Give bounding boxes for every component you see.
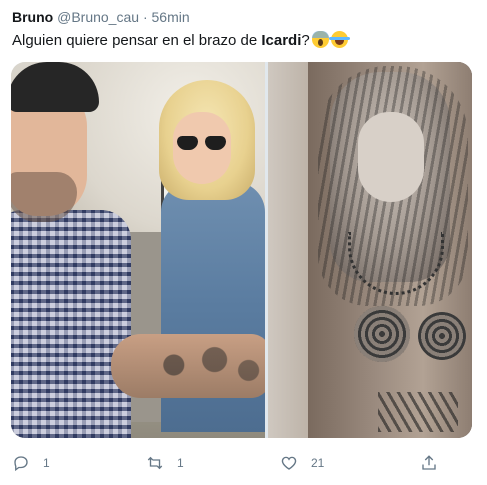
like-button[interactable]: 21 xyxy=(280,452,324,474)
face-screaming-in-fear-emoji xyxy=(311,31,329,48)
retweet-button[interactable]: 1 xyxy=(146,452,184,474)
tweet-media xyxy=(11,62,472,438)
separator-dot: · xyxy=(142,9,148,25)
author-handle[interactable]: @Bruno_cau xyxy=(57,9,139,25)
author-name[interactable]: Bruno xyxy=(12,9,53,25)
tattoo-script xyxy=(378,392,458,432)
photo-tattoo-closeup[interactable] xyxy=(268,62,472,438)
share-button[interactable] xyxy=(420,452,438,474)
tweet-timestamp[interactable]: 56min xyxy=(152,9,190,25)
tweet-text-bold-name: Icardi xyxy=(261,32,302,49)
tweet-text-start: Alguien quiere pensar en el brazo de xyxy=(12,32,262,49)
reply-count: 1 xyxy=(43,456,50,470)
like-count: 21 xyxy=(311,456,325,470)
reply-button[interactable]: 1 xyxy=(12,452,50,474)
face-with-tears-of-joy-emoji xyxy=(328,31,350,48)
tattoo-face xyxy=(358,112,424,202)
tweet-text-end: ? xyxy=(301,32,310,49)
tattoo-rose xyxy=(418,312,466,360)
man-plaid-shirt xyxy=(11,210,131,438)
photo-selfie-in-car[interactable] xyxy=(11,62,265,438)
tweet[interactable]: Bruno @Bruno_cau · 56min Alguien quiere … xyxy=(0,0,487,485)
tweet-actions: 1 1 21 xyxy=(0,452,487,478)
share-icon xyxy=(422,455,436,470)
tattoo-rose xyxy=(354,306,410,362)
heart-icon xyxy=(281,456,297,470)
retweet-count: 1 xyxy=(177,456,184,470)
tweet-text: Alguien quiere pensar en el brazo de Ica… xyxy=(12,31,350,51)
sunglasses xyxy=(177,136,227,150)
reply-icon xyxy=(14,456,28,472)
retweet-icon xyxy=(147,456,163,470)
forearm-tattoo xyxy=(133,338,265,392)
tweet-header: Bruno @Bruno_cau · 56min xyxy=(12,8,190,26)
